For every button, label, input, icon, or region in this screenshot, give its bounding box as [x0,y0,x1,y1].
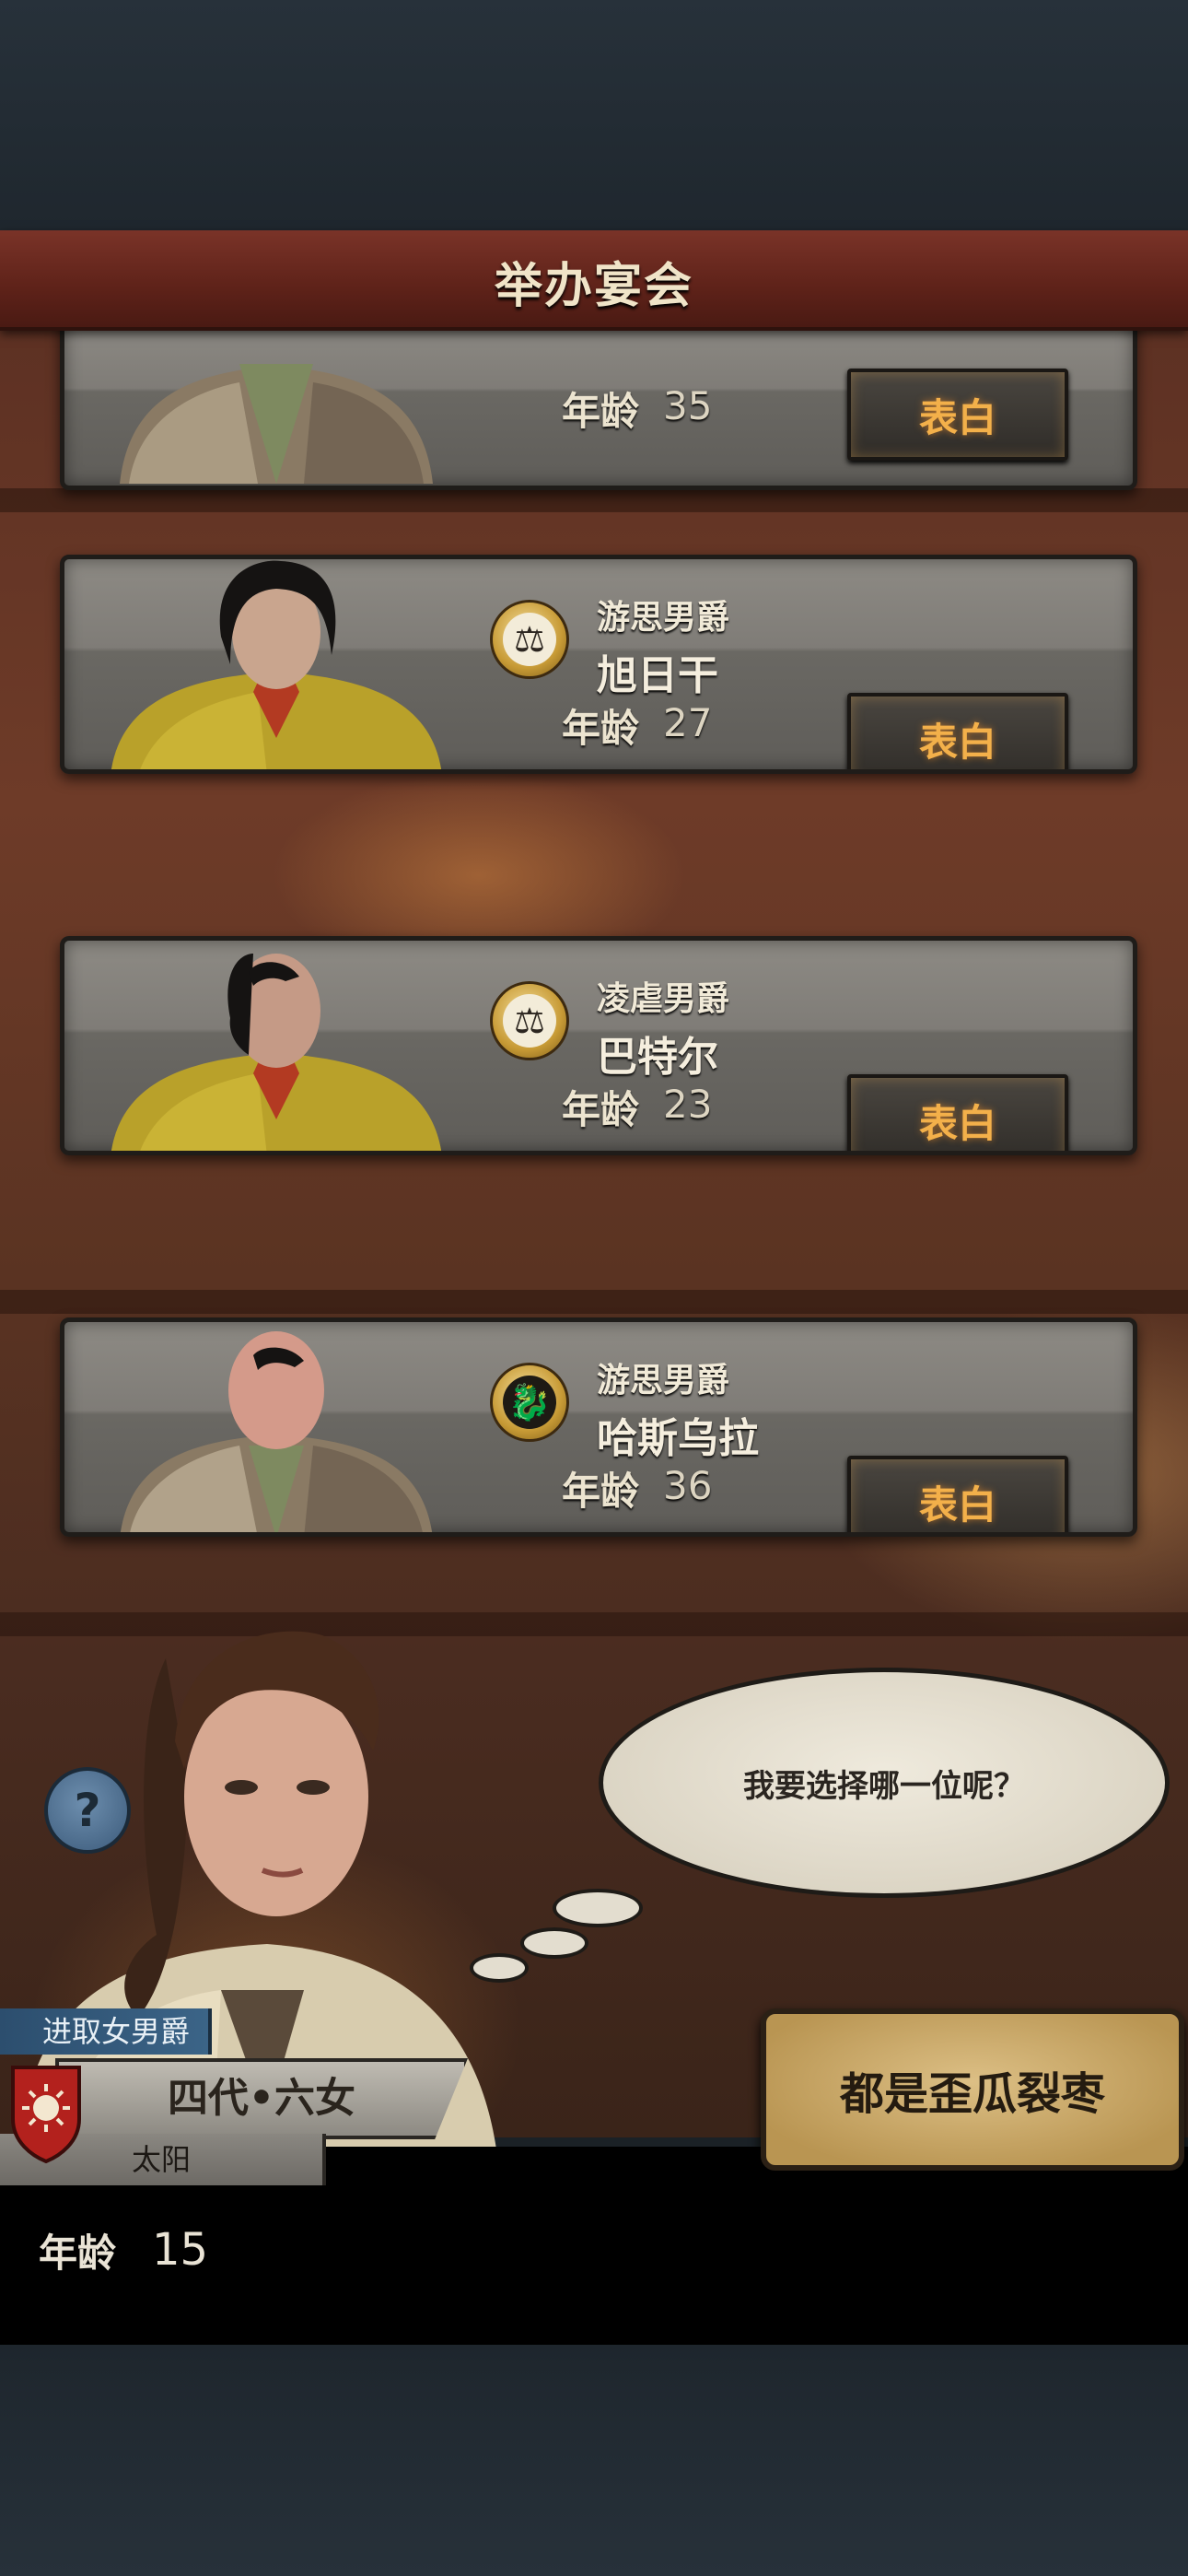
suitor-card: ⚖ 游思男爵 旭日干 年龄 27 表白 [60,555,1137,774]
suitor-title: 游思男爵 [597,599,730,637]
player-age-label: 年龄 [39,2231,117,2276]
suitor-card: 年龄 35 表白 [60,313,1137,490]
thought-dot [553,1889,643,1927]
title-bar: 举办宴会 [0,230,1188,331]
suitor-portrait [120,364,433,484]
page-title: 举办宴会 [494,259,693,314]
suitor-portrait [111,560,441,769]
confess-button[interactable]: 表白 [847,693,1068,769]
reject-all-button[interactable]: 都是歪瓜裂枣 [761,2008,1184,2171]
age-label: 年龄 [562,1469,640,1514]
speech-bubble: 我要选择哪一位呢？ [599,1668,1170,1898]
player-title: 进取女男爵 [0,2008,212,2055]
age-label: 年龄 [562,1087,640,1132]
emblem-scales: ⚖ [490,600,569,679]
question-icon: ? [74,1784,101,1837]
suitor-title: 凌虐男爵 [597,980,730,1018]
age-value: 36 [663,1463,713,1508]
suitor-title: 游思男爵 [597,1362,730,1399]
suitor-name: 巴特尔 [597,1034,718,1081]
confess-button[interactable]: 表白 [847,1074,1068,1151]
suitor-portrait [121,1331,432,1532]
ceiling-beam [0,1290,1188,1314]
ceiling-beam [0,488,1188,512]
confess-button[interactable]: 表白 [847,369,1068,461]
age-label: 年龄 [562,389,640,434]
age-value: 27 [663,700,713,745]
confess-button[interactable]: 表白 [847,1456,1068,1532]
player-name: 四代•六女 [55,2058,468,2139]
scales-icon: ⚖ [503,994,556,1048]
thought-dot [470,1953,529,1983]
emblem-dragon: 🐉 [490,1363,569,1442]
speech-text: 我要选择哪一位呢？ [743,1767,1025,1805]
suitor-portrait [111,954,441,1151]
bottom-background [0,2345,1188,2576]
suitor-card: ⚖ 凌虐男爵 巴特尔 年龄 23 表白 [60,936,1137,1155]
player-age-value: 15 [152,2224,209,2276]
sun-shield-icon [11,2066,81,2164]
suitor-name: 哈斯乌拉 [597,1415,759,1462]
top-background [0,0,1188,230]
suitor-card: 🐉 游思男爵 哈斯乌拉 年龄 36 表白 [60,1317,1137,1537]
thought-dot [520,1927,588,1959]
help-button[interactable]: ? [44,1767,131,1854]
emblem-scales: ⚖ [490,981,569,1060]
age-value: 23 [663,1082,713,1127]
suitor-name: 旭日干 [597,652,718,699]
dragon-icon: 🐉 [503,1376,556,1429]
scales-icon: ⚖ [503,613,556,666]
age-value: 35 [663,383,713,428]
age-label: 年龄 [562,706,640,751]
